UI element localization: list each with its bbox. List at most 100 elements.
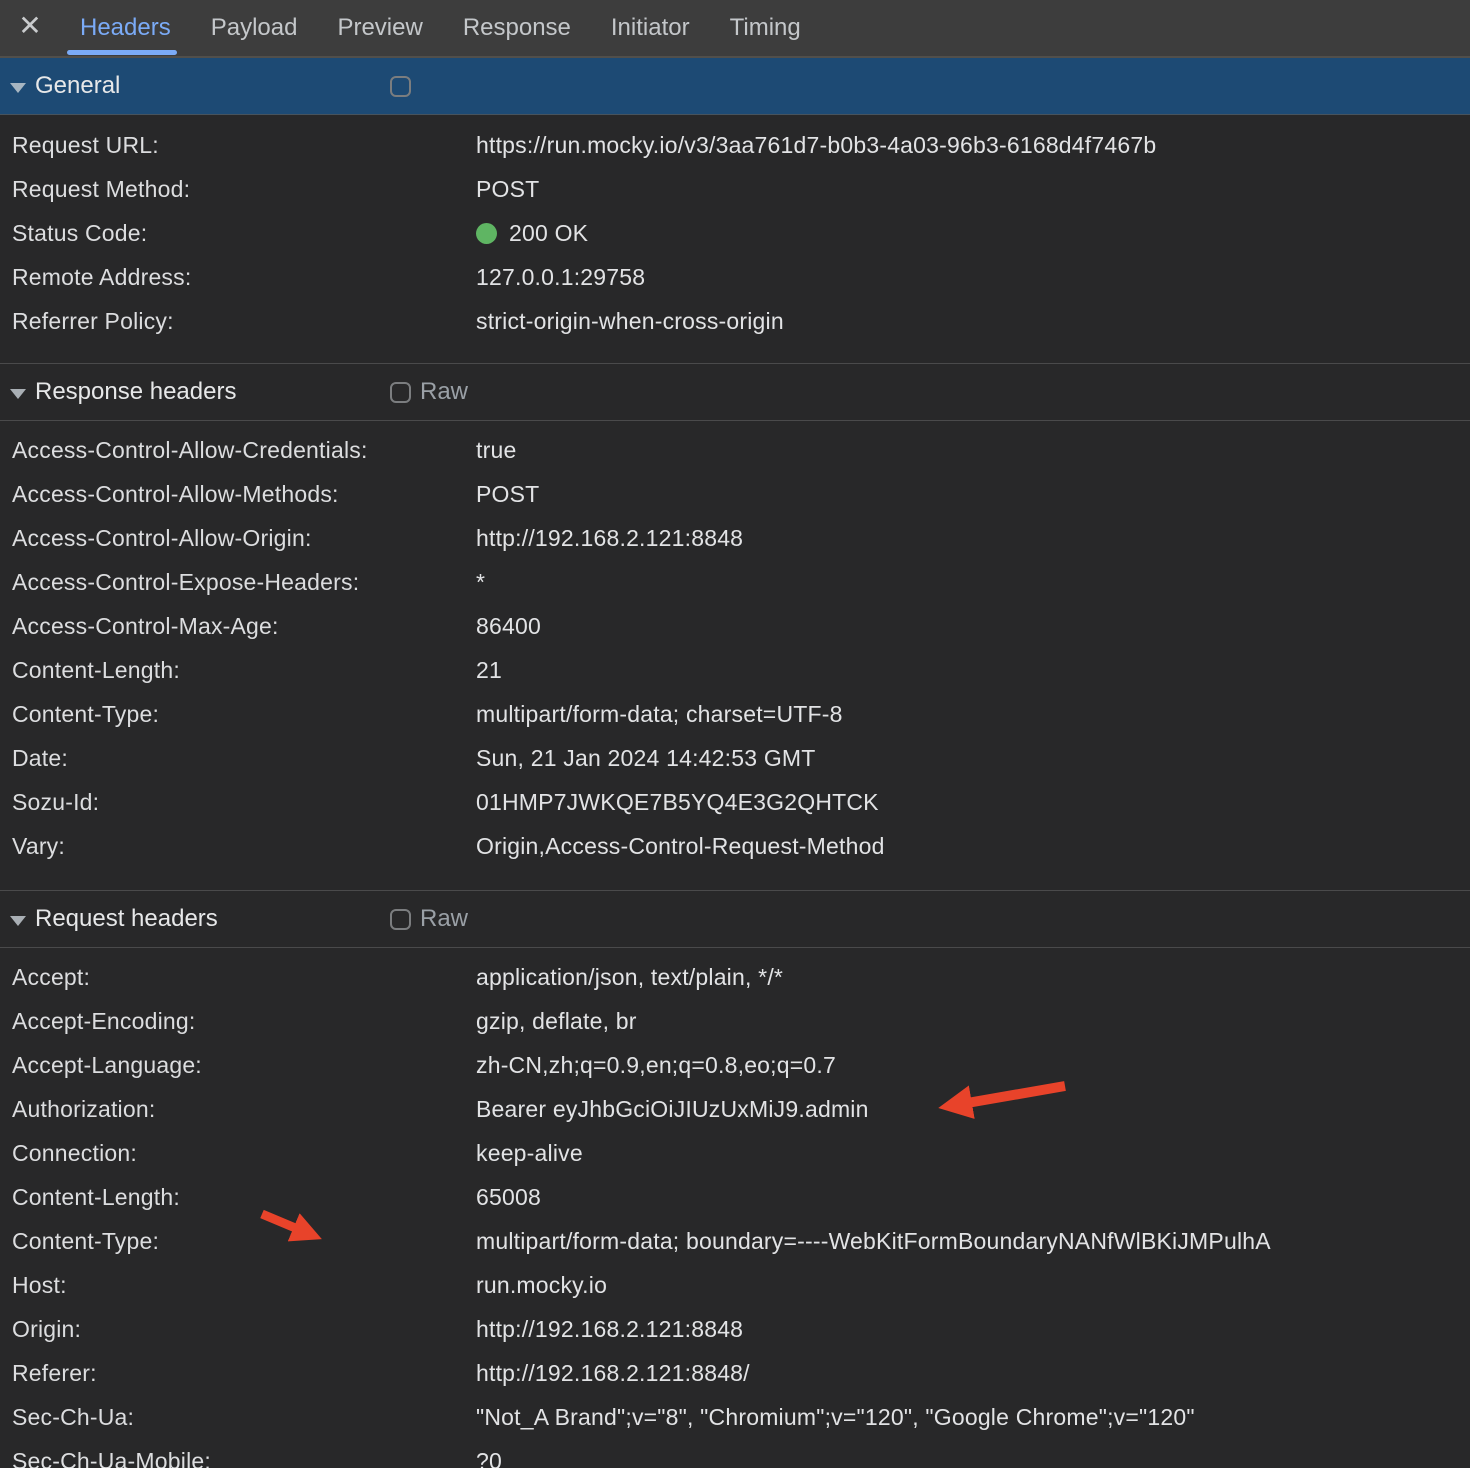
tab-timing[interactable]: Timing [710,0,821,56]
header-value: multipart/form-data; boundary=----WebKit… [476,1228,1470,1255]
header-value: 65008 [476,1184,1470,1211]
header-row: Content-Type: multipart/form-data; bound… [0,1219,1470,1263]
header-value: POST [476,481,1470,508]
tab-payload[interactable]: Payload [191,0,318,56]
collapse-triangle-icon [10,83,26,93]
tab-preview[interactable]: Preview [317,0,442,56]
raw-checkbox[interactable] [390,909,411,930]
header-name: Access-Control-Expose-Headers: [12,569,476,596]
header-name: Accept-Encoding: [12,1008,476,1035]
header-value: multipart/form-data; charset=UTF-8 [476,701,1470,728]
header-name: Access-Control-Allow-Methods: [12,481,476,508]
header-value: application/json, text/plain, */* [476,964,1470,991]
section-response-headers: Response headers Raw Access-Control-Allo… [0,363,1470,890]
header-row: Access-Control-Max-Age: 86400 [0,604,1470,648]
section-general: General Request URL: https://run.mocky.i… [0,58,1470,363]
header-value: gzip, deflate, br [476,1008,1470,1035]
header-value: https://run.mocky.io/v3/3aa761d7-b0b3-4a… [476,132,1470,159]
raw-toggle: Raw [390,891,468,947]
header-row: Access-Control-Allow-Credentials: true [0,428,1470,472]
header-name: Request Method: [12,176,476,203]
header-value: Origin,Access-Control-Request-Method [476,833,1470,860]
header-row: Accept-Language: zh-CN,zh;q=0.9,en;q=0.8… [0,1043,1470,1087]
raw-checkbox[interactable] [390,382,411,403]
header-row: Request Method: POST [0,167,1470,211]
header-value: http://192.168.2.121:8848 [476,1316,1470,1343]
header-value: run.mocky.io [476,1272,1470,1299]
section-title: Request headers [35,905,218,933]
collapse-triangle-icon [10,916,26,926]
header-name: Origin: [12,1316,476,1343]
section-header-response-headers[interactable]: Response headers Raw [0,363,1470,421]
header-name: Content-Type: [12,1228,476,1255]
header-value: Bearer eyJhbGciOiJIUzUxMiJ9.admin [476,1096,1470,1123]
header-row: Origin: http://192.168.2.121:8848 [0,1307,1470,1351]
header-name: Host: [12,1272,476,1299]
raw-checkbox-label[interactable]: Raw [420,905,468,933]
header-row: Content-Type: multipart/form-data; chars… [0,692,1470,736]
header-name: Connection: [12,1140,476,1167]
header-row: Access-Control-Allow-Origin: http://192.… [0,516,1470,560]
header-rows: Access-Control-Allow-Credentials: true A… [0,421,1470,890]
header-name: Access-Control-Max-Age: [12,613,476,640]
header-row: Request URL: https://run.mocky.io/v3/3aa… [0,123,1470,167]
header-value: * [476,569,1470,596]
header-row: Content-Length: 65008 [0,1175,1470,1219]
header-value: Sun, 21 Jan 2024 14:42:53 GMT [476,745,1470,772]
header-row: Connection: keep-alive [0,1131,1470,1175]
header-name: Referrer Policy: [12,308,476,335]
header-name: Sec-Ch-Ua-Mobile: [12,1448,476,1468]
header-name: Accept: [12,964,476,991]
tab-initiator[interactable]: Initiator [591,0,710,56]
raw-toggle: Raw [390,364,468,420]
header-name: Content-Length: [12,1184,476,1211]
header-row: Sozu-Id: 01HMP7JWKQE7B5YQ4E3G2QHTCK [0,780,1470,824]
section-header-general[interactable]: General [0,58,1470,115]
header-value: true [476,437,1470,464]
header-row: Remote Address: 127.0.0.1:29758 [0,255,1470,299]
tab-response[interactable]: Response [443,0,591,56]
header-name: Status Code: [12,220,476,247]
header-name: Vary: [12,833,476,860]
close-icon[interactable]: ✕ [0,0,60,56]
tab-headers[interactable]: Headers [60,0,191,56]
header-name: Accept-Language: [12,1052,476,1079]
header-name: Remote Address: [12,264,476,291]
header-rows: Accept: application/json, text/plain, */… [0,948,1470,1468]
header-row: Accept: application/json, text/plain, */… [0,955,1470,999]
header-value: 127.0.0.1:29758 [476,264,1470,291]
status-ok-dot-icon [476,223,497,244]
header-value: 200 OK [476,220,1470,247]
headers-sections: General Request URL: https://run.mocky.i… [0,58,1470,1468]
header-name: Referer: [12,1360,476,1387]
raw-checkbox-label[interactable]: Raw [420,378,468,406]
section-header-request-headers[interactable]: Request headers Raw [0,890,1470,948]
header-value: http://192.168.2.121:8848 [476,525,1470,552]
header-value: keep-alive [476,1140,1470,1167]
header-value: http://192.168.2.121:8848/ [476,1360,1470,1387]
header-value: 21 [476,657,1470,684]
collapse-triangle-icon [10,389,26,399]
header-value: zh-CN,zh;q=0.9,en;q=0.8,eo;q=0.7 [476,1052,1470,1079]
header-name: Authorization: [12,1096,476,1123]
header-name: Content-Type: [12,701,476,728]
header-name: Sozu-Id: [12,789,476,816]
detail-tabbar: ✕ Headers Payload Preview Response Initi… [0,0,1470,58]
header-value: POST [476,176,1470,203]
header-name: Access-Control-Allow-Credentials: [12,437,476,464]
header-value: ?0 [476,1448,1470,1468]
header-row: Vary: Origin,Access-Control-Request-Meth… [0,824,1470,868]
header-row: Referer: http://192.168.2.121:8848/ [0,1351,1470,1395]
raw-checkbox[interactable] [390,76,411,97]
header-row: Host: run.mocky.io [0,1263,1470,1307]
header-row: Authorization: Bearer eyJhbGciOiJIUzUxMi… [0,1087,1470,1131]
header-row: Date: Sun, 21 Jan 2024 14:42:53 GMT [0,736,1470,780]
header-value: "Not_A Brand";v="8", "Chromium";v="120",… [476,1404,1470,1431]
header-name: Date: [12,745,476,772]
header-row: Sec-Ch-Ua: "Not_A Brand";v="8", "Chromiu… [0,1395,1470,1439]
raw-toggle [390,58,420,114]
header-name: Content-Length: [12,657,476,684]
header-value: 01HMP7JWKQE7B5YQ4E3G2QHTCK [476,789,1470,816]
header-value: 86400 [476,613,1470,640]
section-request-headers: Request headers Raw Accept: application/… [0,890,1470,1468]
